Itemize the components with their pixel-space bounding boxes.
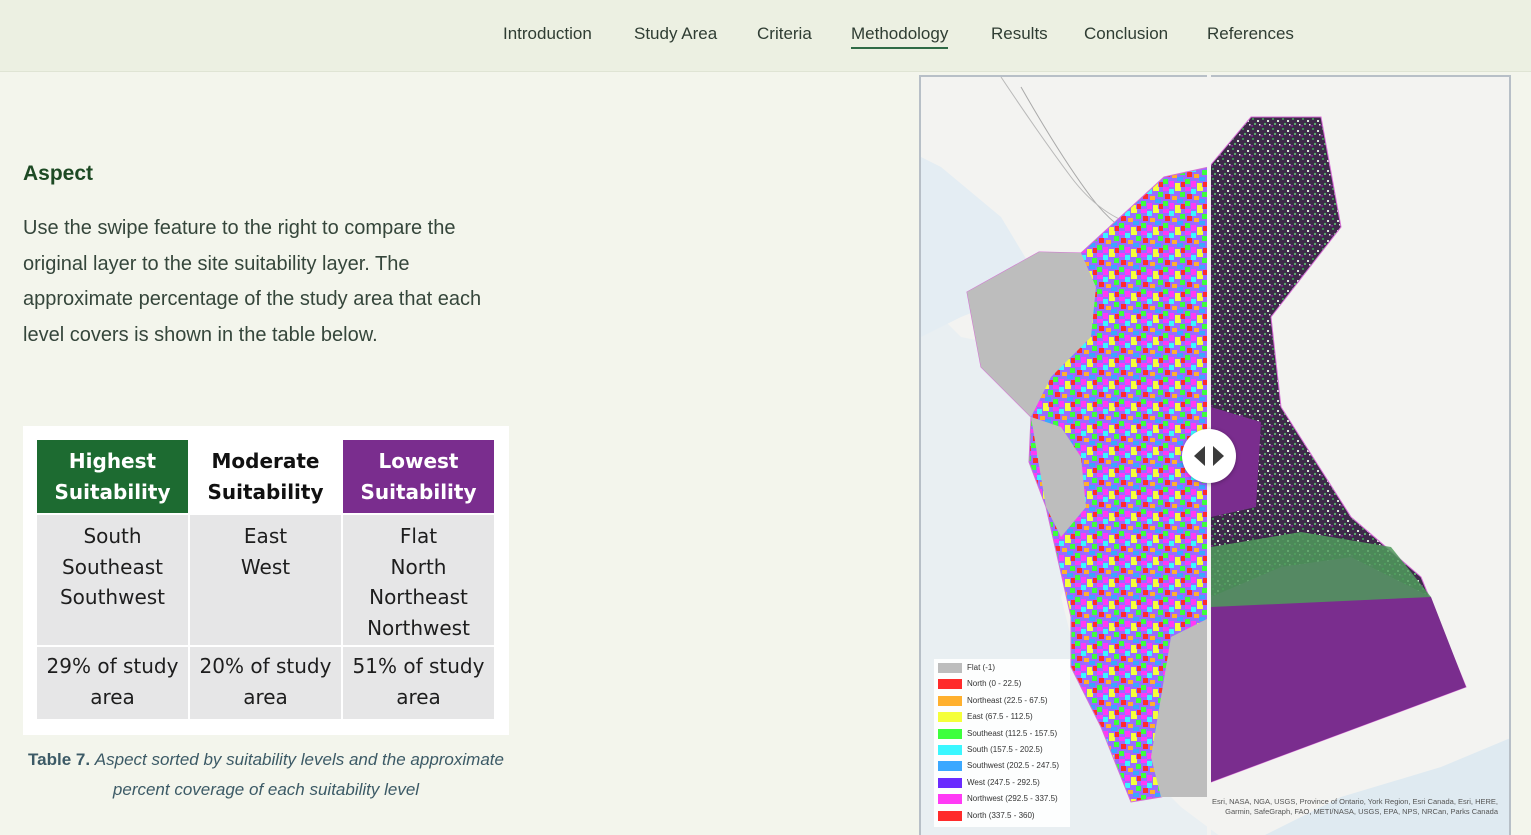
legend-swatch: [938, 663, 962, 673]
table-caption: Table 7. Aspect sorted by suitability le…: [23, 745, 509, 805]
legend-label: West (247.5 - 292.5): [967, 777, 1040, 787]
legend-swatch: [938, 712, 962, 723]
swipe-handle[interactable]: [1182, 429, 1236, 483]
header-moderate-suitability: Moderate Suitability: [190, 440, 341, 513]
legend-item: North (0 - 22.5): [936, 677, 1068, 693]
aspect-item: Northwest: [367, 615, 470, 640]
aspect-item: South: [83, 524, 142, 548]
legend-label: North (337.5 - 360): [967, 810, 1035, 820]
legend-label: East (67.5 - 112.5): [967, 712, 1033, 722]
legend-item: South (157.5 - 202.5): [936, 743, 1068, 759]
nav-references[interactable]: References: [1207, 24, 1294, 44]
aspect-item: North: [390, 554, 447, 579]
top-navigation: Introduction Study Area Criteria Methodo…: [0, 0, 1531, 72]
legend-label: Northeast (22.5 - 67.5): [967, 695, 1048, 705]
aspect-item: East: [243, 524, 288, 548]
legend-swatch: [938, 744, 962, 755]
coverage-lowest: 51% of study area: [343, 645, 494, 719]
legend-swatch: [938, 728, 962, 739]
legend-swatch: [938, 679, 962, 690]
arrow-right-icon: [1213, 446, 1224, 466]
map-legend: Flat (-1) North (0 - 22.5) Northeast (22…: [934, 659, 1070, 827]
caption-label: Table 7.: [28, 750, 91, 769]
map-attribution: Esri, NASA, NGA, USGS, Province of Ontar…: [1212, 797, 1498, 816]
nav-introduction[interactable]: Introduction: [503, 24, 592, 44]
section-title: Aspect: [23, 162, 94, 185]
caption-text: Aspect sorted by suitability levels and …: [94, 750, 504, 799]
section-body: Use the swipe feature to the right to co…: [23, 217, 482, 346]
legend-swatch: [938, 794, 962, 805]
legend-swatch: [938, 810, 962, 821]
nav-results[interactable]: Results: [991, 24, 1048, 44]
legend-label: Northwest (292.5 - 337.5): [967, 794, 1058, 804]
aspect-item: West: [240, 554, 291, 579]
nav-methodology[interactable]: Methodology: [851, 24, 949, 49]
legend-item: West (247.5 - 292.5): [936, 776, 1068, 792]
legend-item: Southwest (202.5 - 247.5): [936, 759, 1068, 775]
aspects-highest: South Southeast Southwest: [37, 513, 188, 645]
suitability-table-card: Highest Suitability Moderate Suitability…: [23, 426, 509, 735]
legend-label: Flat (-1): [967, 663, 995, 672]
coverage-moderate: 20% of study area: [190, 645, 341, 719]
aspect-item: Southeast: [62, 554, 163, 579]
nav-conclusion[interactable]: Conclusion: [1084, 24, 1168, 44]
header-highest-suitability: Highest Suitability: [37, 440, 188, 513]
legend-item: Northeast (22.5 - 67.5): [936, 694, 1068, 710]
aspects-moderate: East West: [190, 513, 341, 645]
header-lowest-suitability: Lowest Suitability: [343, 440, 494, 513]
legend-swatch: [938, 695, 962, 706]
aspect-item: Flat: [399, 524, 438, 548]
legend-label: North (0 - 22.5): [967, 679, 1022, 689]
legend-item: North (337.5 - 360): [936, 809, 1068, 825]
legend-item: Northwest (292.5 - 337.5): [936, 792, 1068, 808]
legend-swatch: [938, 777, 962, 788]
aspects-lowest: Flat North Northeast Northwest: [343, 513, 494, 645]
aspect-item: Southwest: [59, 585, 166, 609]
legend-label: Southeast (112.5 - 157.5): [967, 728, 1058, 738]
aspect-item: Northeast: [369, 585, 468, 609]
legend-label: South (157.5 - 202.5): [967, 744, 1043, 754]
legend-item: Southeast (112.5 - 157.5): [936, 727, 1068, 743]
nav-criteria[interactable]: Criteria: [757, 24, 812, 44]
legend-item: East (67.5 - 112.5): [936, 710, 1068, 726]
coverage-highest: 29% of study area: [37, 645, 188, 719]
nav-study-area[interactable]: Study Area: [634, 24, 717, 44]
arrow-left-icon: [1194, 446, 1205, 466]
legend-item: Flat (-1): [936, 661, 1068, 677]
legend-label: Southwest (202.5 - 247.5): [967, 761, 1060, 771]
suitability-table: Highest Suitability Moderate Suitability…: [35, 440, 496, 719]
legend-swatch: [938, 761, 962, 772]
